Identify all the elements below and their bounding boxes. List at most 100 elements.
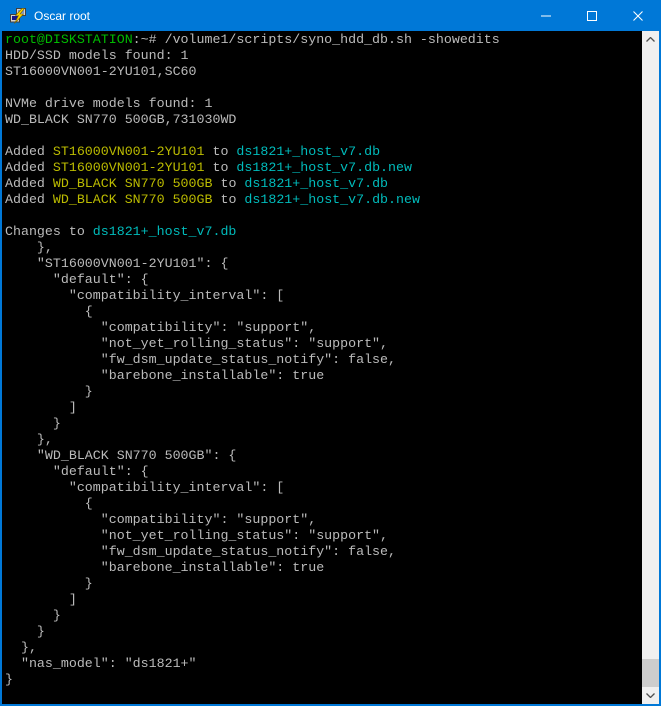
terminal-text: } bbox=[5, 576, 93, 591]
terminal-text: Added bbox=[5, 176, 53, 191]
terminal-text: "nas_model": "ds1821+" bbox=[5, 656, 197, 671]
terminal-text: ST16000VN001-2YU101 bbox=[53, 160, 205, 175]
terminal-line: "compatibility_interval": [ bbox=[5, 288, 642, 304]
terminal-output[interactable]: root@DISKSTATION:~# /volume1/scripts/syn… bbox=[2, 31, 642, 704]
terminal-text: "barebone_installable": true bbox=[5, 560, 324, 575]
terminal-text: "fw_dsm_update_status_notify": false, bbox=[5, 544, 396, 559]
terminal-line: } bbox=[5, 624, 642, 640]
putty-icon bbox=[10, 8, 26, 24]
terminal-text: root@DISKSTATION bbox=[5, 32, 133, 47]
terminal-line: "WD_BLACK SN770 500GB": { bbox=[5, 448, 642, 464]
terminal-text: to bbox=[212, 176, 244, 191]
terminal-text: "WD_BLACK SN770 500GB": { bbox=[5, 448, 236, 463]
terminal-text: "compatibility": "support", bbox=[5, 320, 316, 335]
terminal-text: Changes to bbox=[5, 224, 93, 239]
terminal-line: Added ST16000VN001-2YU101 to ds1821+_hos… bbox=[5, 144, 642, 160]
terminal-text: ST16000VN001-2YU101,SC60 bbox=[5, 64, 197, 79]
terminal-line: "default": { bbox=[5, 464, 642, 480]
terminal-text: } bbox=[5, 624, 45, 639]
terminal-line: }, bbox=[5, 640, 642, 656]
terminal-line: } bbox=[5, 608, 642, 624]
terminal-text: ] bbox=[5, 400, 77, 415]
terminal-line: ] bbox=[5, 400, 642, 416]
terminal-line: ] bbox=[5, 592, 642, 608]
minimize-button[interactable] bbox=[523, 0, 569, 31]
terminal-line: } bbox=[5, 384, 642, 400]
terminal-line: "compatibility_interval": [ bbox=[5, 480, 642, 496]
close-button[interactable] bbox=[615, 0, 661, 31]
scrollbar[interactable] bbox=[642, 31, 659, 704]
terminal-text: } bbox=[5, 384, 93, 399]
title-bar[interactable]: Oscar root bbox=[0, 0, 661, 31]
putty-window: Oscar root root@DISKSTATION:~# /volume1/… bbox=[0, 0, 661, 706]
terminal-line: WD_BLACK SN770 500GB,731030WD bbox=[5, 112, 642, 128]
terminal-line: } bbox=[5, 416, 642, 432]
terminal-line: "not_yet_rolling_status": "support", bbox=[5, 528, 642, 544]
terminal-text: "compatibility_interval": [ bbox=[5, 480, 284, 495]
terminal-text: } bbox=[5, 416, 61, 431]
terminal-line: "barebone_installable": true bbox=[5, 560, 642, 576]
terminal-text: ds1821+_host_v7.db bbox=[236, 144, 380, 159]
terminal-text: Added bbox=[5, 160, 53, 175]
terminal-line: "default": { bbox=[5, 272, 642, 288]
terminal-text: :~# /volume1/scripts/syno_hdd_db.sh -sho… bbox=[133, 32, 500, 47]
terminal-line: } bbox=[5, 672, 642, 688]
terminal-text: NVMe drive models found: 1 bbox=[5, 96, 212, 111]
terminal-text: ] bbox=[5, 592, 77, 607]
terminal-text: HDD/SSD models found: 1 bbox=[5, 48, 189, 63]
window-controls bbox=[523, 0, 661, 31]
terminal-line: }, bbox=[5, 432, 642, 448]
terminal-line: "ST16000VN001-2YU101": { bbox=[5, 256, 642, 272]
terminal-line: "not_yet_rolling_status": "support", bbox=[5, 336, 642, 352]
terminal-text: WD_BLACK SN770 500GB,731030WD bbox=[5, 112, 236, 127]
terminal-line: Added WD_BLACK SN770 500GB to ds1821+_ho… bbox=[5, 192, 642, 208]
terminal-text: ST16000VN001-2YU101 bbox=[53, 144, 205, 159]
terminal-line bbox=[5, 80, 642, 96]
scrollbar-track[interactable] bbox=[642, 48, 659, 687]
terminal-text: "default": { bbox=[5, 272, 149, 287]
terminal-text: } bbox=[5, 672, 13, 687]
terminal-line: Added ST16000VN001-2YU101 to ds1821+_hos… bbox=[5, 160, 642, 176]
terminal-text: "default": { bbox=[5, 464, 149, 479]
maximize-button[interactable] bbox=[569, 0, 615, 31]
terminal-text: { bbox=[5, 304, 93, 319]
terminal-text: "fw_dsm_update_status_notify": false, bbox=[5, 352, 396, 367]
terminal-line: } bbox=[5, 576, 642, 592]
terminal-text: ds1821+_host_v7.db bbox=[244, 176, 388, 191]
terminal-line: root@DISKSTATION:~# /volume1/scripts/syn… bbox=[5, 32, 642, 48]
scrollbar-thumb[interactable] bbox=[642, 659, 659, 687]
terminal-line: "barebone_installable": true bbox=[5, 368, 642, 384]
terminal-text: "not_yet_rolling_status": "support", bbox=[5, 528, 388, 543]
terminal-line bbox=[5, 128, 642, 144]
terminal-text: }, bbox=[5, 240, 53, 255]
terminal-text: WD_BLACK SN770 500GB bbox=[53, 176, 213, 191]
terminal-text: } bbox=[5, 608, 61, 623]
terminal-line: "compatibility": "support", bbox=[5, 512, 642, 528]
terminal-line: HDD/SSD models found: 1 bbox=[5, 48, 642, 64]
terminal-text: Added bbox=[5, 144, 53, 159]
window-title: Oscar root bbox=[34, 9, 523, 23]
terminal-line: Added WD_BLACK SN770 500GB to ds1821+_ho… bbox=[5, 176, 642, 192]
terminal-text: }, bbox=[5, 432, 53, 447]
terminal-line: { bbox=[5, 496, 642, 512]
terminal-text: "ST16000VN001-2YU101": { bbox=[5, 256, 228, 271]
terminal-text: Added bbox=[5, 192, 53, 207]
scroll-down-button[interactable] bbox=[642, 687, 659, 704]
terminal-text: "compatibility_interval": [ bbox=[5, 288, 284, 303]
terminal-line: "fw_dsm_update_status_notify": false, bbox=[5, 544, 642, 560]
scroll-up-button[interactable] bbox=[642, 31, 659, 48]
terminal-text: ds1821+_host_v7.db bbox=[93, 224, 237, 239]
terminal-line bbox=[5, 208, 642, 224]
terminal-line: "compatibility": "support", bbox=[5, 320, 642, 336]
terminal-line: NVMe drive models found: 1 bbox=[5, 96, 642, 112]
terminal-line: ST16000VN001-2YU101,SC60 bbox=[5, 64, 642, 80]
terminal-line: }, bbox=[5, 240, 642, 256]
terminal-text: }, bbox=[5, 640, 37, 655]
terminal-text: ds1821+_host_v7.db.new bbox=[244, 192, 420, 207]
terminal-line: { bbox=[5, 304, 642, 320]
terminal-text: to bbox=[205, 144, 237, 159]
terminal-text: "compatibility": "support", bbox=[5, 512, 316, 527]
terminal-line: Changes to ds1821+_host_v7.db bbox=[5, 224, 642, 240]
terminal-text: "not_yet_rolling_status": "support", bbox=[5, 336, 388, 351]
terminal-text: "barebone_installable": true bbox=[5, 368, 324, 383]
